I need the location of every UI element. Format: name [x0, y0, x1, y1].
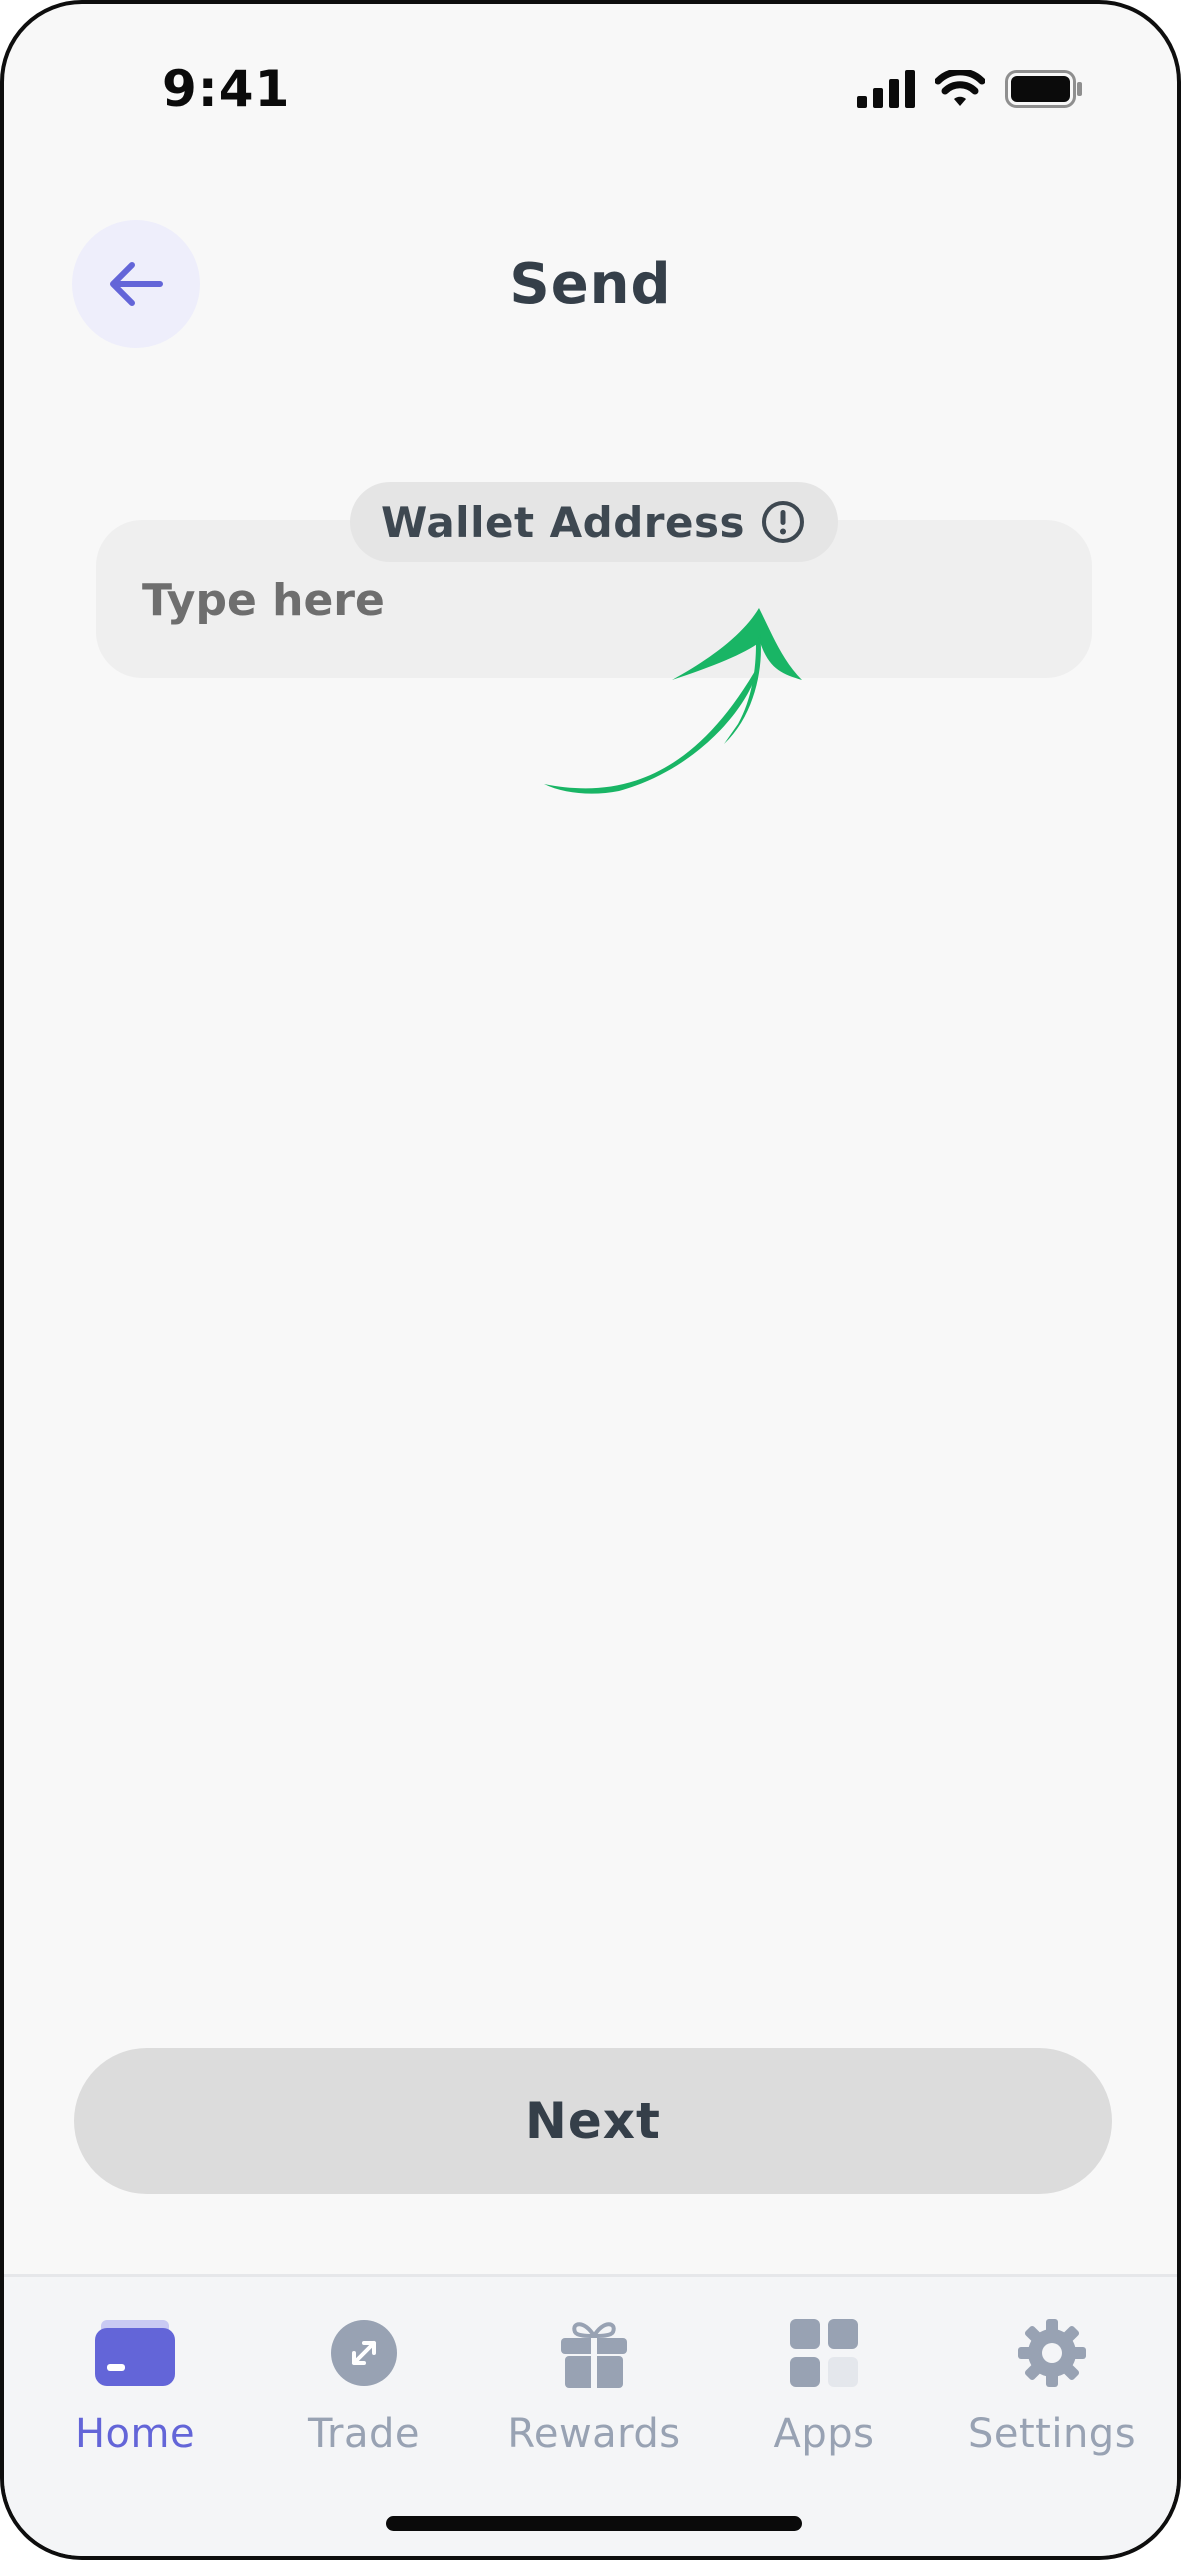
- gear-icon: [1012, 2313, 1092, 2393]
- next-button[interactable]: Next: [74, 2048, 1112, 2194]
- status-icons: [857, 70, 1083, 108]
- gift-icon: [554, 2313, 634, 2393]
- wallet-card-icon: [95, 2313, 175, 2393]
- page-title: Send: [509, 252, 672, 317]
- wifi-icon: [935, 70, 985, 106]
- wallet-address-label: Wallet Address: [381, 497, 745, 547]
- tab-label-trade: Trade: [307, 2411, 420, 2457]
- wallet-address-label-pill: Wallet Address: [350, 482, 838, 562]
- apps-grid-icon: [784, 2313, 864, 2393]
- battery-icon: [1005, 70, 1082, 108]
- tab-label-apps: Apps: [773, 2411, 875, 2457]
- home-indicator: [386, 2516, 802, 2531]
- tab-label-settings: Settings: [967, 2411, 1137, 2457]
- trade-arrows-icon: [324, 2313, 404, 2393]
- tab-apps[interactable]: Apps: [709, 2313, 939, 2457]
- tab-trade[interactable]: Trade: [249, 2313, 479, 2457]
- tab-settings[interactable]: Settings: [937, 2313, 1167, 2457]
- tab-label-home: Home: [74, 2411, 196, 2457]
- phone-screen: 9:41 Send Wallet Address: [0, 0, 1181, 2560]
- exclamation-circle-icon[interactable]: [759, 498, 807, 546]
- tab-home[interactable]: Home: [20, 2313, 250, 2457]
- tab-rewards[interactable]: Rewards: [479, 2313, 709, 2457]
- curved-arrow-icon: [544, 608, 802, 794]
- cellular-signal-icon: [857, 70, 915, 108]
- status-time: 9:41: [162, 60, 291, 118]
- tab-label-rewards: Rewards: [507, 2411, 681, 2457]
